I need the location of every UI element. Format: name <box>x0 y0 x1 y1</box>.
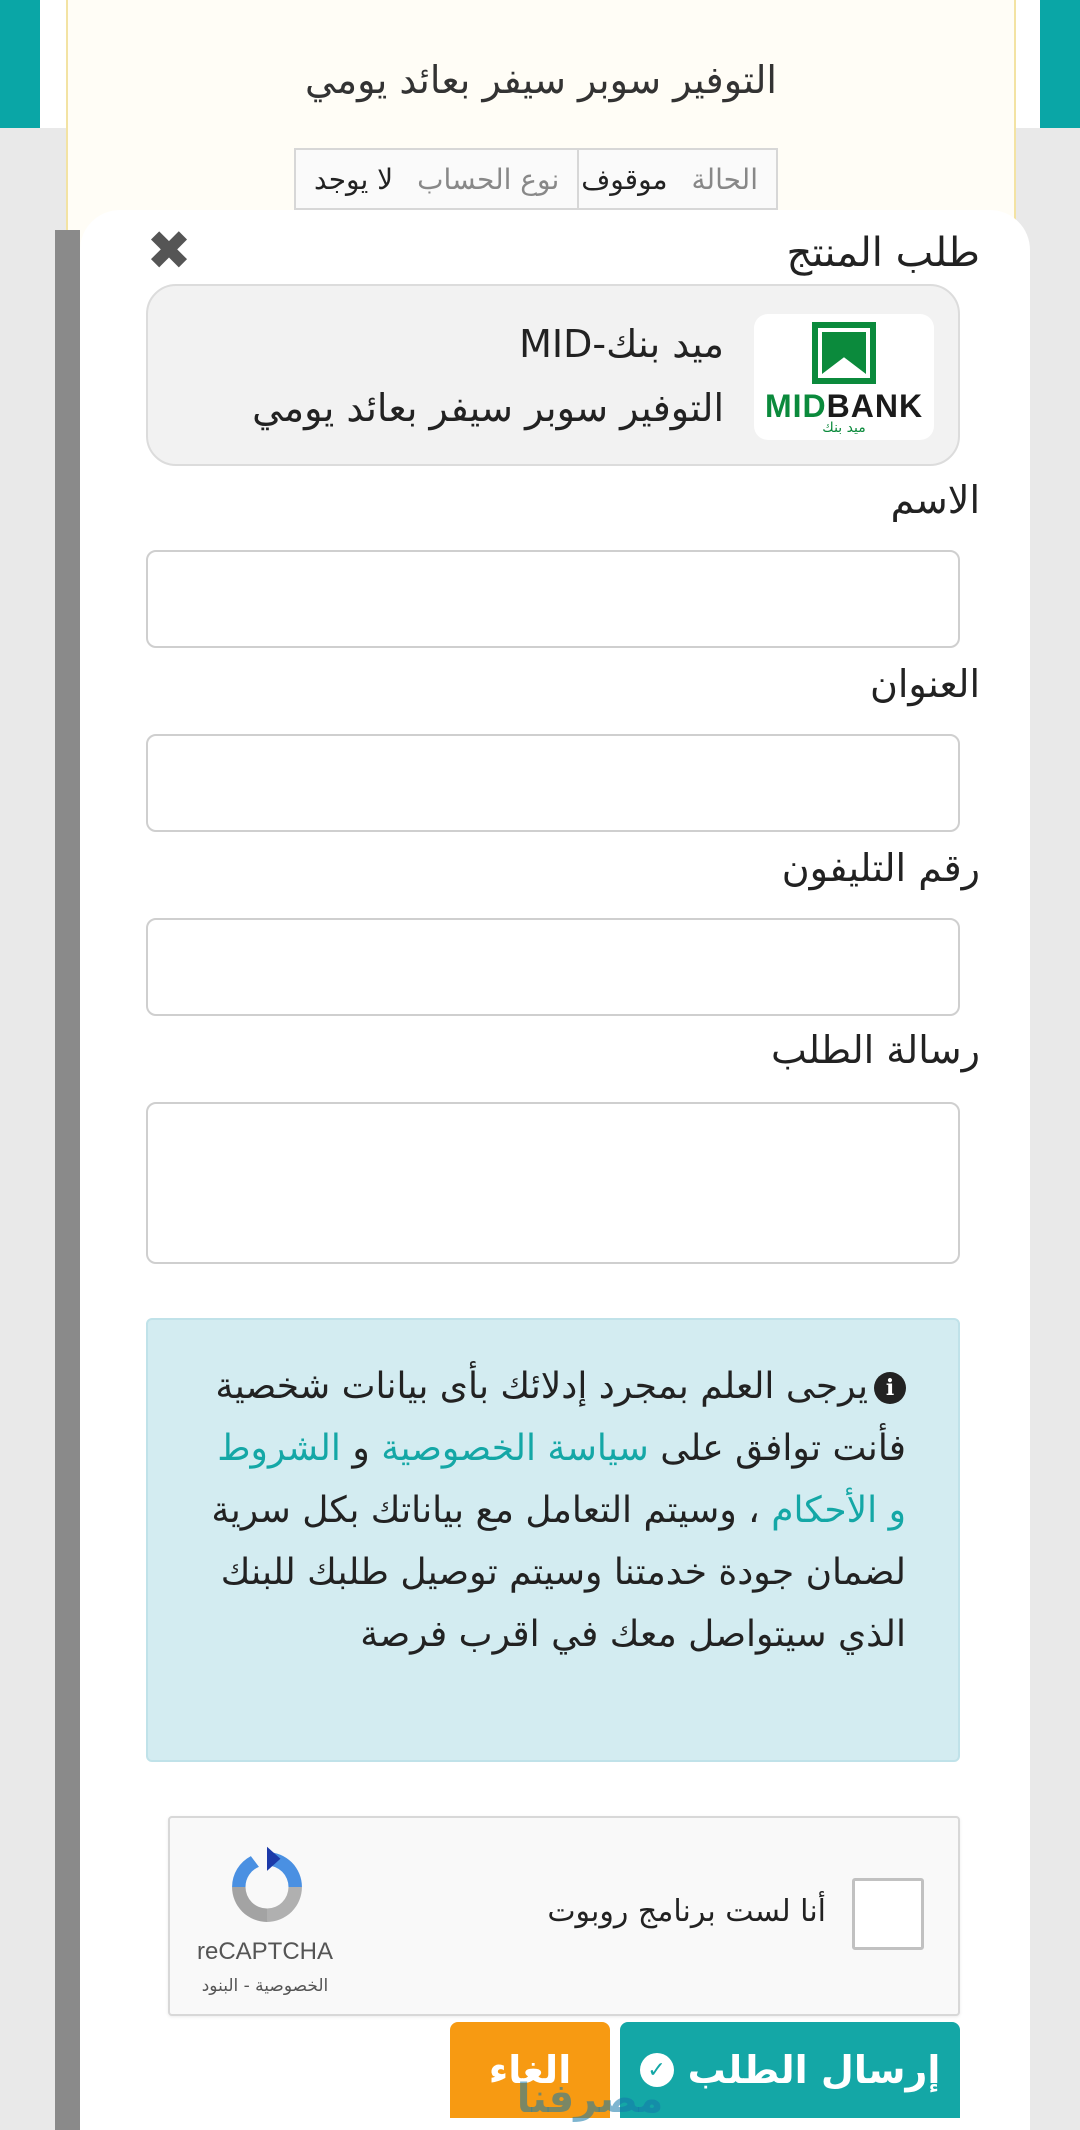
background-card-title: التوفير سوبر سيفر بعائد يومي <box>305 58 777 102</box>
phone-label: رقم التليفون <box>781 846 980 890</box>
notice-and: و <box>340 1428 382 1469</box>
recaptcha-brand: reCAPTCHA <box>196 1938 334 1965</box>
privacy-notice: iيرجى العلم بمجرد إدلائك بأى بيانات شخصي… <box>146 1318 960 1762</box>
product-request-modal: طلب المنتج ✖ MIDBANK ميد بنك ميد بنك-MID… <box>80 210 1030 2130</box>
account-type-label: نوع الحساب <box>417 162 560 196</box>
recaptcha-label: أنا لست برنامج روبوت <box>547 1894 826 1929</box>
product-bank-name: ميد بنك-MID <box>519 322 724 366</box>
close-icon[interactable]: ✖ <box>144 224 194 278</box>
account-type-box: نوع الحساب لا يوجد <box>294 148 580 210</box>
midbank-logo-arabic: ميد بنك <box>822 420 866 436</box>
background-accent-right <box>1040 0 1080 128</box>
address-input[interactable] <box>146 734 960 832</box>
midbank-logo-mark <box>812 322 876 384</box>
recaptcha-icon <box>232 1846 302 1922</box>
recaptcha-privacy-terms[interactable]: الخصوصية - البنود <box>190 1976 340 1996</box>
phone-input[interactable] <box>146 918 960 1016</box>
modal-title: طلب المنتج <box>786 230 980 276</box>
status-label: الحالة <box>691 162 758 196</box>
message-label: رسالة الطلب <box>771 1028 980 1072</box>
privacy-policy-link[interactable]: سياسة الخصوصية <box>381 1428 649 1469</box>
info-icon: i <box>874 1372 906 1404</box>
account-type-value: لا يوجد <box>314 162 394 196</box>
background-accent-left <box>0 0 40 128</box>
address-label: العنوان <box>869 662 980 706</box>
midbank-logo: MIDBANK ميد بنك <box>754 314 934 440</box>
message-textarea[interactable] <box>146 1102 960 1264</box>
recaptcha-widget: أنا لست برنامج روبوت reCAPTCHA الخصوصية … <box>168 1816 960 2016</box>
name-label: الاسم <box>890 478 980 522</box>
modal-shadow <box>55 230 80 2130</box>
site-watermark: مصرفنا <box>516 2076 664 2122</box>
product-summary-card: MIDBANK ميد بنك ميد بنك-MID التوفير سوبر… <box>146 284 960 466</box>
name-input[interactable] <box>146 550 960 648</box>
product-name: التوفير سوبر سيفر بعائد يومي <box>252 386 724 430</box>
recaptcha-checkbox[interactable] <box>852 1878 924 1950</box>
